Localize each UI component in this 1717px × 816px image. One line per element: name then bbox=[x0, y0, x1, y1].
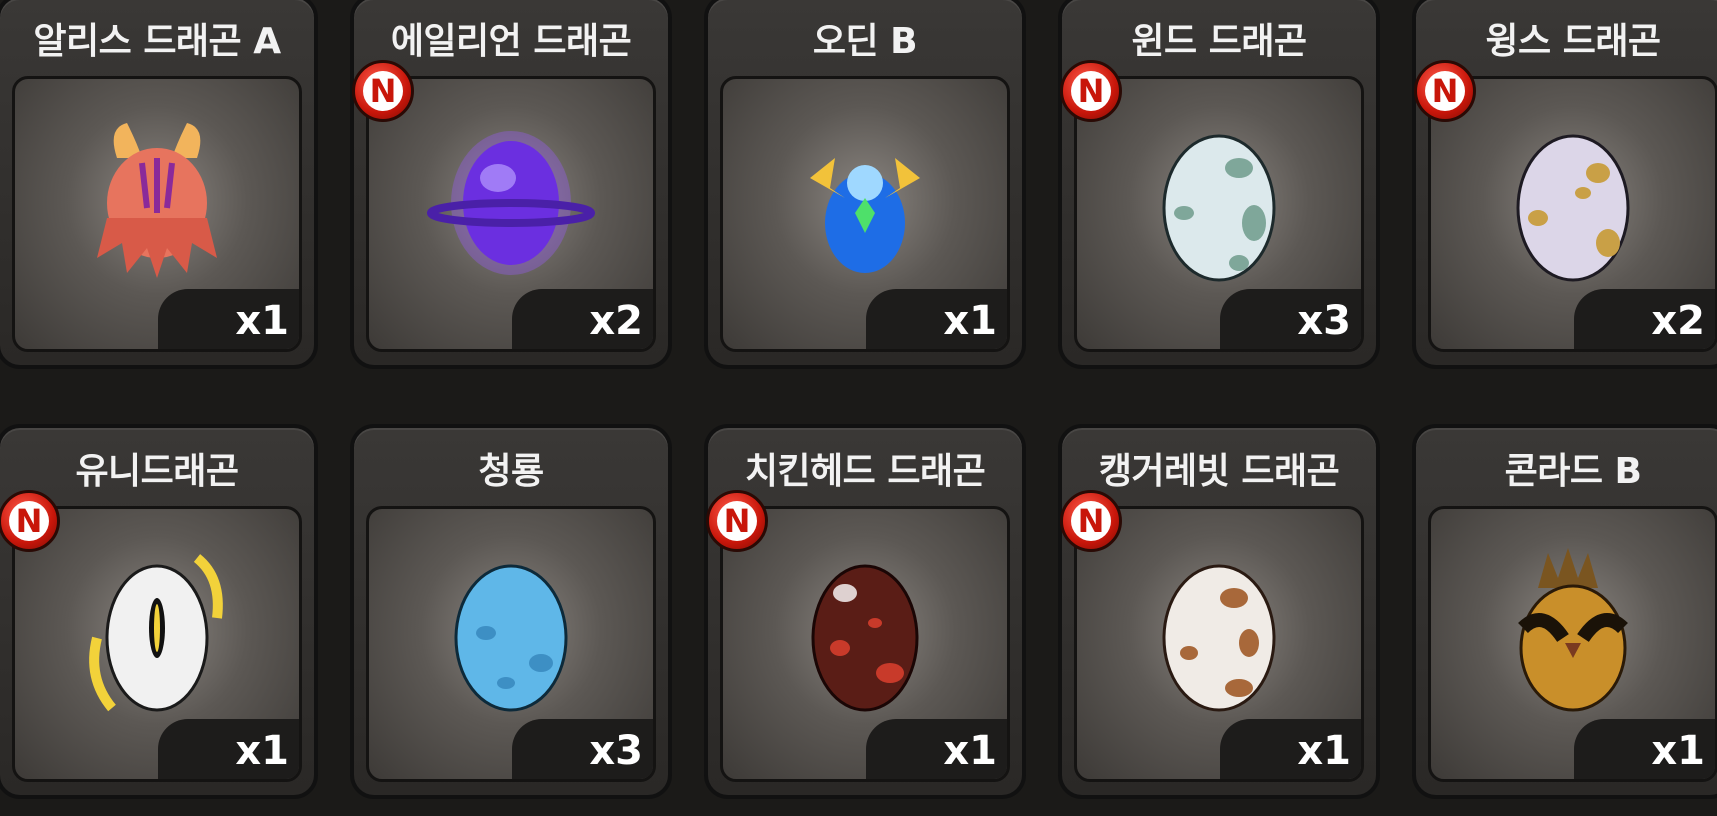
item-name: 윙스 드래곤 bbox=[1485, 21, 1661, 62]
new-badge-label: N bbox=[1071, 501, 1111, 541]
blue-dragon-egg-icon bbox=[454, 564, 568, 712]
item-name: 알리스 드래곤 A bbox=[33, 21, 281, 62]
new-badge-label: N bbox=[1425, 71, 1465, 111]
item-slot: x3 bbox=[366, 506, 656, 782]
item-card-alice-dragon[interactable]: 알리스 드래곤 A x1 bbox=[0, 0, 318, 369]
item-slot: x1 bbox=[720, 76, 1010, 352]
item-name: 콘라드 B bbox=[1504, 451, 1642, 492]
item-slot: x3 bbox=[1074, 76, 1364, 352]
item-name: 유니드래곤 bbox=[75, 451, 239, 492]
new-badge: N bbox=[1060, 60, 1122, 122]
item-count: x1 bbox=[866, 289, 1007, 349]
item-slot: x2 bbox=[366, 76, 656, 352]
item-card-wings-dragon[interactable]: 윙스 드래곤 N x2 bbox=[1412, 0, 1717, 369]
new-badge-label: N bbox=[363, 71, 403, 111]
item-slot: x1 bbox=[12, 506, 302, 782]
item-count: x1 bbox=[158, 719, 299, 779]
wings-dragon-egg-icon bbox=[1516, 134, 1630, 282]
item-count: x3 bbox=[1220, 289, 1361, 349]
uni-dragon-egg-icon bbox=[89, 554, 223, 712]
odin-egg-icon bbox=[810, 158, 920, 274]
item-card-odin[interactable]: 오딘 B x1 bbox=[704, 0, 1026, 369]
item-card-wind-dragon[interactable]: 윈드 드래곤 N x3 bbox=[1058, 0, 1380, 369]
item-count: x2 bbox=[512, 289, 653, 349]
new-badge: N bbox=[1060, 490, 1122, 552]
wind-dragon-egg-icon bbox=[1162, 134, 1276, 282]
new-badge-label: N bbox=[1071, 71, 1111, 111]
item-card-chickenhead-dragon[interactable]: 치킨헤드 드래곤 N x1 bbox=[704, 424, 1026, 799]
item-count: x1 bbox=[866, 719, 1007, 779]
item-count: x2 bbox=[1574, 289, 1715, 349]
item-count: x1 bbox=[1220, 719, 1361, 779]
item-name: 치킨헤드 드래곤 bbox=[744, 451, 986, 492]
new-badge-label: N bbox=[717, 501, 757, 541]
item-name: 오딘 B bbox=[812, 21, 918, 62]
item-name: 에일리언 드래곤 bbox=[390, 21, 632, 62]
conrad-egg-icon bbox=[1518, 548, 1628, 712]
item-count: x1 bbox=[1574, 719, 1715, 779]
item-name: 청룡 bbox=[478, 451, 544, 492]
chickenhead-dragon-egg-icon bbox=[811, 564, 919, 712]
new-badge: N bbox=[0, 490, 60, 552]
item-slot: x1 bbox=[720, 506, 1010, 782]
item-card-alien-dragon[interactable]: 에일리언 드래곤 N x2 bbox=[350, 0, 672, 369]
item-card-blue-dragon[interactable]: 청룡 x3 bbox=[350, 424, 672, 799]
item-card-conrad[interactable]: 콘라드 B x1 bbox=[1412, 424, 1717, 799]
new-badge-label: N bbox=[9, 501, 49, 541]
item-count: x1 bbox=[158, 289, 299, 349]
alice-dragon-egg-icon bbox=[97, 123, 217, 279]
item-card-kangarabbit-dragon[interactable]: 캥거레빗 드래곤 N x1 bbox=[1058, 424, 1380, 799]
item-name: 캥거레빗 드래곤 bbox=[1098, 451, 1340, 492]
item-slot: x2 bbox=[1428, 76, 1717, 352]
item-slot: x1 bbox=[12, 76, 302, 352]
item-slot: x1 bbox=[1074, 506, 1364, 782]
item-card-uni-dragon[interactable]: 유니드래곤 N x1 bbox=[0, 424, 318, 799]
kangarabbit-dragon-egg-icon bbox=[1162, 564, 1276, 712]
new-badge: N bbox=[706, 490, 768, 552]
item-slot: x1 bbox=[1428, 506, 1717, 782]
item-name: 윈드 드래곤 bbox=[1131, 21, 1307, 62]
alien-dragon-egg-icon bbox=[427, 131, 595, 276]
new-badge: N bbox=[1414, 60, 1476, 122]
item-count: x3 bbox=[512, 719, 653, 779]
new-badge: N bbox=[352, 60, 414, 122]
